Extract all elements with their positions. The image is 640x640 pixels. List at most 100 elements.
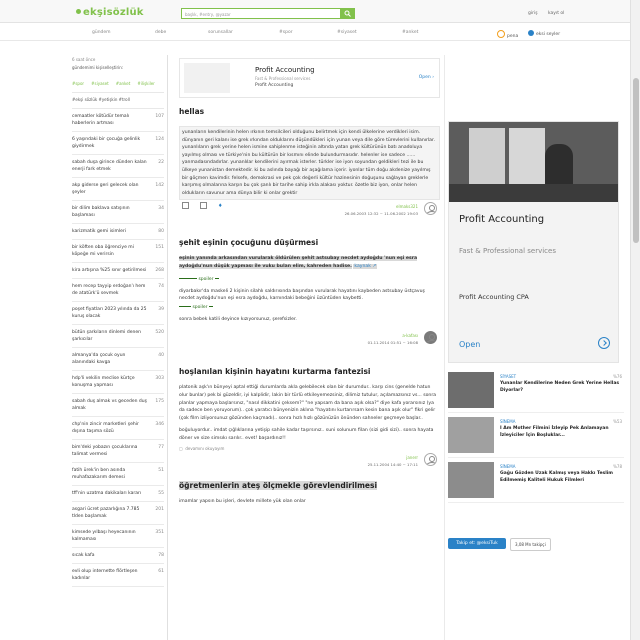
sidebar-topic-title[interactable]: tff'nin uzatma dakikaları kararı (72, 490, 150, 497)
sidebar-topic-title[interactable]: kira artışına %25 sınır getirilmesi (72, 267, 150, 274)
site-logo[interactable]: ekşisözlük (76, 7, 144, 18)
sidebar-topic-title[interactable]: hem recep tayyip erdoğan'ı hem de atatür… (72, 283, 150, 297)
nav-siyaset[interactable]: #siyaset (337, 30, 357, 35)
sidebar-topic-item[interactable]: fatih ürek'in ben asında muhafazakarım d… (72, 463, 164, 486)
card-title[interactable]: I Am Mother Filmini İzleyip Pek Anlamaya… (500, 426, 622, 439)
sidebar-topic-title[interactable]: bim'deki yobazın çocuklarına talimat ver… (72, 444, 150, 458)
sidebar-topic-count: 346 (155, 422, 164, 427)
side-ad[interactable]: Profit Accounting Fast & Professional se… (448, 121, 619, 363)
card-item[interactable]: SİNEMA %53 I Am Mother Filmini İzleyip P… (448, 417, 624, 458)
card-item[interactable]: SİYASET %76 Yunanlar Kendilerine Neden G… (448, 372, 624, 413)
channels-extra[interactable]: #ekşi sözlük #yetişkin #troll (72, 93, 164, 109)
topic-title[interactable]: hellas (179, 107, 440, 116)
nav-eksi-seyler[interactable]: eksi seyler (528, 30, 560, 37)
sidebar-topic-count: 78 (158, 553, 164, 558)
section-title[interactable]: öğretmenlerin ateş ölçmekle görevlendiri… (179, 481, 440, 491)
section-title[interactable]: hoşlanılan kişinin hayatını kurtarma fan… (179, 367, 440, 376)
share-icon[interactable] (182, 202, 189, 210)
sidebar-topic-item[interactable]: chp'nin zincir marketleri şehir dışına t… (72, 417, 164, 440)
twitter-follow-button[interactable]: Takip et: @eksiTuk (448, 538, 506, 549)
sidebar-topic-title[interactable]: karizmatik gemi isimleri (72, 228, 150, 235)
sidebar-topic-title[interactable]: sabah duşa girince dünden kalan enerji f… (72, 159, 150, 173)
sidebar-topic-title[interactable]: sabah duş almak vs geceden duş almak (72, 398, 150, 412)
nav-spor[interactable]: #spor (279, 30, 293, 35)
sidebar-topic-item[interactable]: bir köften oba öğrenciye mi köpeğe mi ve… (72, 240, 164, 263)
drop-icon[interactable]: ♦ (218, 203, 222, 209)
ad-open-button[interactable]: Open › (419, 75, 434, 80)
sidebar-topic-item[interactable]: sıcak kafa 78 (72, 548, 164, 564)
sidebar-topic-title[interactable]: bütün şarkıların dinlemi denen şarkıcıla… (72, 329, 150, 343)
scrollbar[interactable] (630, 0, 640, 640)
sidebar-topic-item[interactable]: sabah duşa girince dünden kalan enerji f… (72, 155, 164, 178)
sidebar-topic-item[interactable]: hem recep tayyip erdoğan'ı hem de atatür… (72, 279, 164, 302)
ad-open-button[interactable]: Open (459, 340, 480, 349)
sidebar-topic-item[interactable]: almanya'da çocuk oyun alanındaki kavga 40 (72, 348, 164, 371)
avatar[interactable] (424, 331, 437, 345)
entry-date[interactable]: 25.11.2004 14:40 ~ 17:11 (368, 462, 418, 467)
nav-anket[interactable]: #anket (402, 30, 418, 35)
register-link[interactable]: kayıt ol (548, 11, 564, 16)
sidebar-topic-item[interactable]: bütün şarkıların dinlemi denen şarkıcıla… (72, 325, 164, 348)
sidebar-topic-title[interactable]: asgari ücret pazarlığına 7.785 tlden baş… (72, 506, 150, 520)
card-title[interactable]: Yunanlar Kendilerine Neden Grek Yerine H… (500, 381, 622, 394)
sidebar-topic-title[interactable]: bir dilim baklava satışının başlaması (72, 205, 150, 219)
top-ad[interactable]: Profit Accounting Fast & Professional se… (179, 58, 440, 98)
nav-gundem[interactable]: gündem (92, 30, 111, 35)
sidebar-topic-title[interactable]: almanya'da çocuk oyun alanındaki kavga (72, 352, 150, 366)
sidebar-topic-title[interactable]: cemaatler kötüdür temalı haberlerin artm… (72, 113, 150, 127)
sidebar-topic-title[interactable]: poşet fiyatları 2023 yılında da 25 kuruş… (72, 306, 150, 320)
channel-iliskiler[interactable]: #ilişkiler (137, 81, 154, 86)
sidebar-topic-item[interactable]: cemaatler kötüdür temalı haberlerin artm… (72, 109, 164, 132)
login-link[interactable]: giriş (528, 11, 538, 16)
entry-date[interactable]: 26.06.2003 12:32 ~ 11.06.2002 19:03 (345, 211, 418, 216)
sidebar-topic-item[interactable]: bir dilim baklava satışının başlaması 34 (72, 201, 164, 224)
card-title[interactable]: Gağu Gözden Uzak Kalmış veya Hakkı Tesli… (500, 471, 622, 484)
entry-date[interactable]: 01.11.2014 01:51 ~ 16:08 (368, 340, 418, 345)
sidebar-topic-title[interactable]: akp giderse geri gelecek olan şeyler (72, 182, 150, 196)
channel-siyaset[interactable]: #siyaset (91, 81, 108, 86)
sidebar-topic-title[interactable]: hdp'li vekilin meclise kürtçe konuşma ya… (72, 375, 150, 389)
sidebar-topic-item[interactable]: kira artışına %25 sınır getirilmesi 268 (72, 263, 164, 279)
entry-author[interactable]: janerr (406, 455, 418, 460)
entry-text: sonra bebek katili deyince kızıyorsunuz,… (179, 316, 297, 322)
sidebar-topic-title[interactable]: evli olup internette flörtleşen kadınlar (72, 568, 150, 582)
scrollbar-thumb[interactable] (633, 78, 639, 243)
search-input[interactable]: başlık, #entry, @yazar (181, 8, 341, 19)
avatar[interactable] (424, 453, 437, 467)
avatar[interactable] (424, 202, 437, 216)
source-link[interactable]: kaynak ↗ (353, 263, 378, 269)
sidebar-topic-item[interactable]: poşet fiyatları 2023 yılında da 25 kuruş… (72, 302, 164, 325)
sidebar-topic-item[interactable]: 6 yaşındaki bir çocuğa gelinlik giydirme… (72, 132, 164, 155)
section-title[interactable]: şehit eşinin çocuğunu düşürmesi (179, 238, 440, 247)
entry-author[interactable]: elmaks321 (396, 204, 418, 209)
flag-icon[interactable] (200, 202, 207, 210)
arrow-icon[interactable] (598, 337, 610, 349)
nav-debe[interactable]: debe (155, 30, 166, 35)
entry-footer: ♦ elmaks321 26.06.2003 12:32 ~ 11.06.200… (179, 200, 440, 228)
sidebar-topic-item[interactable]: hdp'li vekilin meclise kürtçe konuşma ya… (72, 371, 164, 394)
spoiler-start[interactable]: spoiler (179, 277, 440, 282)
channel-spor[interactable]: #spor (72, 81, 84, 86)
topic-list: cemaatler kötüdür temalı haberlerin artm… (72, 109, 164, 587)
sidebar-topic-item[interactable]: kimsede yılbaşı heyecanının kalmaması 351 (72, 525, 164, 548)
nav-sorunsallar[interactable]: sorunsallar (208, 30, 233, 35)
spoiler-end[interactable]: spoiler (179, 305, 440, 310)
search-button[interactable] (341, 8, 355, 19)
sidebar-topic-item[interactable]: karizmatik gemi isimleri 80 (72, 224, 164, 240)
sidebar-topic-item[interactable]: evli olup internette flörtleşen kadınlar… (72, 564, 164, 587)
sidebar-topic-title[interactable]: fatih ürek'in ben asında muhafazakarım d… (72, 467, 150, 481)
nav-pena[interactable]: pena (497, 30, 518, 39)
card-item[interactable]: SİNEMA %78 Gağu Gözden Uzak Kalmış veya … (448, 462, 624, 503)
channel-anket[interactable]: #anket (116, 81, 131, 86)
entry-author[interactable]: a-kafası (402, 333, 418, 338)
sidebar-topic-title[interactable]: 6 yaşındaki bir çocuğa gelinlik giydirme… (72, 136, 150, 150)
sidebar-topic-title[interactable]: chp'nin zincir marketleri şehir dışına t… (72, 421, 150, 435)
sidebar-topic-title[interactable]: sıcak kafa (72, 552, 150, 559)
sidebar-topic-item[interactable]: sabah duş almak vs geceden duş almak 175 (72, 394, 164, 417)
sidebar-topic-item[interactable]: bim'deki yobazın çocuklarına talimat ver… (72, 440, 164, 463)
sidebar-topic-item[interactable]: tff'nin uzatma dakikaları kararı 55 (72, 486, 164, 502)
sidebar-topic-title[interactable]: bir köften oba öğrenciye mi köpeğe mi ve… (72, 244, 150, 258)
sidebar-topic-title[interactable]: kimsede yılbaşı heyecanının kalmaması (72, 529, 150, 543)
sidebar-topic-item[interactable]: akp giderse geri gelecek olan şeyler 142 (72, 178, 164, 201)
sidebar-topic-item[interactable]: asgari ücret pazarlığına 7.785 tlden baş… (72, 502, 164, 525)
